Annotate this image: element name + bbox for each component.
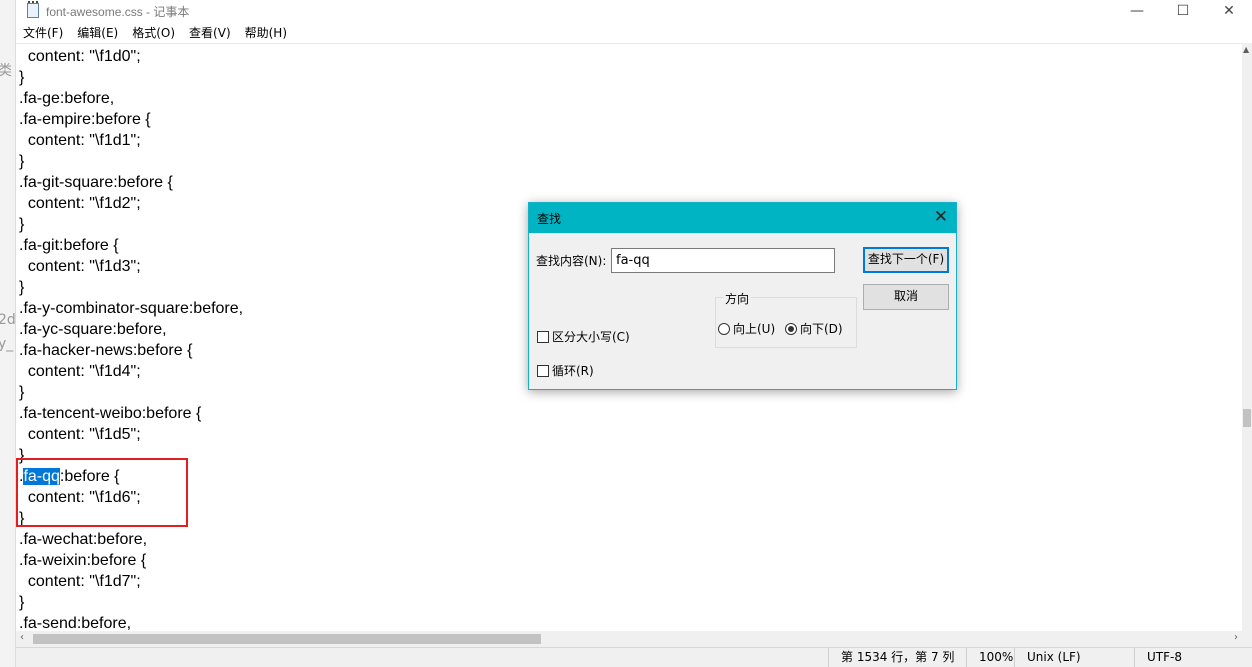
code-line[interactable]: content: "\f1d7";: [19, 571, 243, 592]
code-line[interactable]: .fa-weixin:before {: [19, 550, 243, 571]
code-line[interactable]: content: "\f1d4";: [19, 361, 243, 382]
code-line[interactable]: .fa-hacker-news:before {: [19, 340, 243, 361]
checkbox-icon: [537, 364, 549, 377]
menu-file[interactable]: 文件(F): [23, 24, 63, 41]
horizontal-scroll-thumb[interactable]: [33, 634, 541, 644]
code-line[interactable]: }: [19, 67, 243, 88]
code-line[interactable]: .fa-send:before,: [19, 613, 243, 631]
line-ending: Unix (LF): [1014, 648, 1081, 667]
menu-format[interactable]: 格式(O): [132, 24, 175, 41]
maximize-button[interactable]: ☐: [1160, 0, 1206, 22]
scrollbar-corner: [1242, 631, 1252, 647]
code-line[interactable]: .fa-wechat:before,: [19, 529, 243, 550]
code-line[interactable]: .fa-git-square:before {: [19, 172, 243, 193]
radio-down-icon: [785, 322, 797, 335]
match-case-label: 区分大小写(C): [552, 330, 630, 344]
background-fragment: 类: [0, 60, 12, 80]
zoom-level: 100%: [966, 648, 1013, 667]
scroll-up-icon[interactable]: ▲: [1243, 45, 1249, 54]
code-line[interactable]: content: "\f1d6";: [19, 487, 243, 508]
radio-up-icon: [718, 322, 730, 335]
find-what-label: 查找内容(N):: [536, 254, 607, 268]
code-line[interactable]: .fa-ge:before,: [19, 88, 243, 109]
wrap-around-label: 循环(R): [552, 364, 594, 378]
direction-up-label: 向上(U): [733, 322, 776, 336]
minimize-button[interactable]: —: [1114, 0, 1160, 22]
editor-content[interactable]: content: "\f1d0";} .fa-ge:before, .fa-empi…: [19, 46, 243, 631]
horizontal-scrollbar[interactable]: ‹ ›: [16, 631, 1242, 647]
menu-help[interactable]: 帮助(H): [245, 24, 287, 41]
status-bar: 第 1534 行，第 7 列 100% Unix (LF) UTF-8: [16, 647, 1252, 667]
title-bar[interactable]: font-awesome.css - 记事本 — ☐ ✕: [16, 0, 1252, 22]
code-line[interactable]: .fa-y-combinator-square:before,: [19, 298, 243, 319]
code-line[interactable]: .fa-tencent-weibo:before {: [19, 403, 243, 424]
code-line[interactable]: }: [19, 445, 243, 466]
background-fragment: y_: [0, 336, 14, 352]
cursor-position: 第 1534 行，第 7 列: [828, 648, 954, 667]
code-line[interactable]: }: [19, 508, 243, 529]
code-line[interactable]: }: [19, 592, 243, 613]
code-line[interactable]: .fa-git:before {: [19, 235, 243, 256]
find-what-input[interactable]: fa-qq: [611, 248, 835, 273]
scroll-right-icon[interactable]: ›: [1234, 632, 1238, 643]
find-dialog: 查找 ✕ 查找内容(N): fa-qq 查找下一个(F) 取消 方向 向上(U)…: [528, 202, 957, 390]
selected-search-match: fa-qq: [23, 468, 60, 485]
window-controls: — ☐ ✕: [1114, 0, 1252, 22]
match-case-checkbox[interactable]: 区分大小写(C): [537, 328, 630, 345]
code-line[interactable]: }: [19, 382, 243, 403]
code-line[interactable]: }: [19, 214, 243, 235]
code-line[interactable]: content: "\f1d0";: [19, 46, 243, 67]
code-line[interactable]: }: [19, 277, 243, 298]
cancel-button[interactable]: 取消: [863, 284, 949, 310]
encoding: UTF-8: [1134, 648, 1182, 667]
background-window-strip: 类 2d y_: [0, 0, 16, 667]
code-line[interactable]: content: "\f1d1";: [19, 130, 243, 151]
code-line[interactable]: }: [19, 151, 243, 172]
direction-down-radio[interactable]: 向下(D): [785, 320, 843, 337]
checkbox-icon: [537, 330, 549, 343]
window-title: font-awesome.css - 记事本: [46, 4, 190, 19]
menu-bar: 文件(F) 编辑(E) 格式(O) 查看(V) 帮助(H): [16, 22, 1252, 43]
find-dialog-title: 查找: [537, 212, 562, 226]
notepad-icon: [26, 1, 40, 19]
wrap-around-checkbox[interactable]: 循环(R): [537, 362, 594, 379]
direction-label: 方向: [723, 290, 752, 307]
code-line[interactable]: content: "\f1d2";: [19, 193, 243, 214]
background-fragment: 2d: [0, 312, 16, 328]
find-next-button[interactable]: 查找下一个(F): [863, 247, 949, 273]
menu-view[interactable]: 查看(V): [189, 24, 231, 41]
find-dialog-titlebar[interactable]: 查找 ✕: [529, 203, 956, 233]
code-line[interactable]: .fa-qq:before {: [19, 466, 243, 487]
direction-down-label: 向下(D): [800, 322, 843, 336]
code-line[interactable]: content: "\f1d3";: [19, 256, 243, 277]
vertical-scroll-thumb[interactable]: [1243, 409, 1251, 427]
code-line[interactable]: .fa-empire:before {: [19, 109, 243, 130]
vertical-scrollbar[interactable]: ▲: [1242, 43, 1252, 631]
close-icon[interactable]: ✕: [934, 207, 948, 227]
close-button[interactable]: ✕: [1206, 0, 1252, 22]
direction-up-radio[interactable]: 向上(U): [718, 320, 775, 337]
code-line[interactable]: content: "\f1d5";: [19, 424, 243, 445]
scroll-left-icon[interactable]: ‹: [20, 632, 24, 643]
code-line[interactable]: .fa-yc-square:before,: [19, 319, 243, 340]
menu-edit[interactable]: 编辑(E): [77, 24, 118, 41]
